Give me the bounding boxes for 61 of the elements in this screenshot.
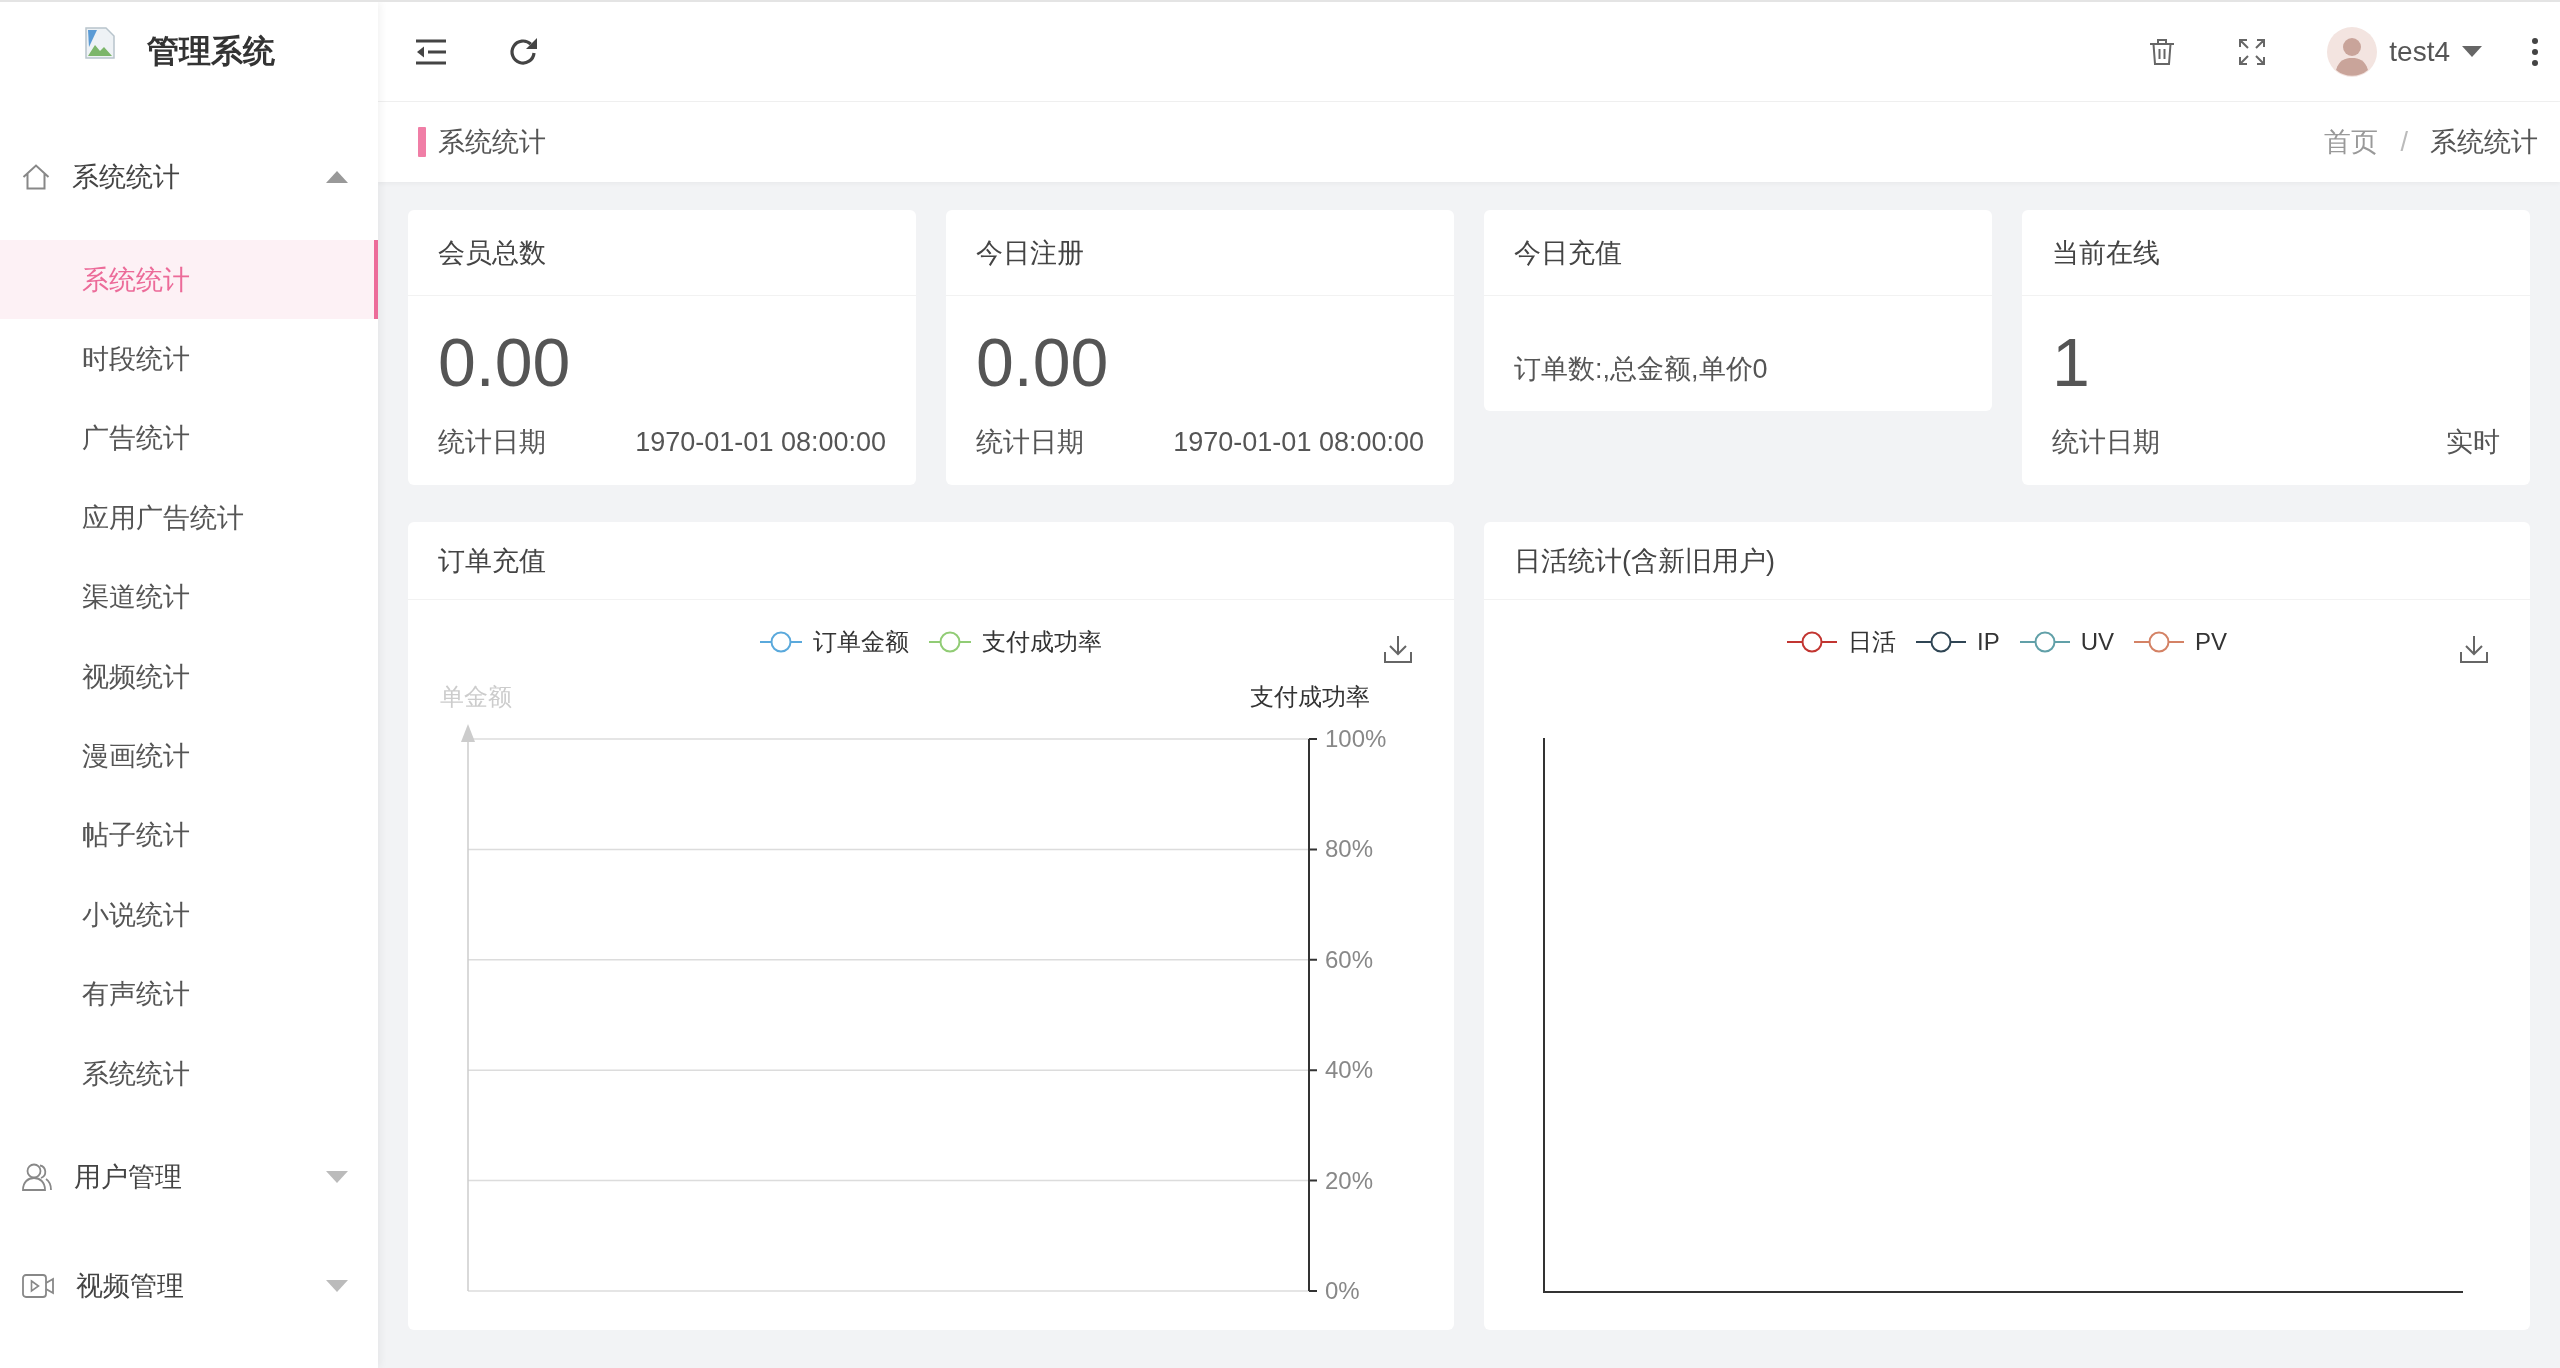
legend-item[interactable]: 订单金额 (760, 626, 909, 658)
home-icon (22, 164, 50, 190)
legend-item[interactable]: 日活 (1786, 626, 1896, 658)
date-value: 1970-01-01 08:00:00 (1173, 426, 1424, 459)
download-icon[interactable] (2460, 635, 2488, 663)
menu-item[interactable]: 应用广告统计 (0, 478, 378, 558)
axis-label: 0% (1325, 1277, 1360, 1304)
legend-item[interactable]: UV (2019, 628, 2114, 656)
axis-label: 20% (1325, 1166, 1374, 1194)
date-label: 统计日期 (976, 426, 1084, 459)
page-title: 系统统计 (438, 126, 546, 159)
breadcrumb-separator: / (2400, 126, 2408, 158)
stat-value: 1 (2052, 326, 2091, 398)
accent-marker (418, 127, 426, 157)
menu-icon[interactable] (416, 38, 446, 65)
download-icon[interactable] (1384, 635, 1412, 663)
more-icon[interactable] (2532, 37, 2538, 66)
card-title: 当前在线 (2052, 236, 2160, 270)
date-value: 实时 (2446, 426, 2500, 459)
axis-label: 100% (1325, 725, 1387, 752)
menu-item[interactable]: 广告统计 (0, 398, 378, 479)
date-value: 1970-01-01 08:00:00 (635, 426, 886, 459)
axis-label: 60% (1325, 945, 1374, 973)
avatar (2327, 26, 2378, 77)
menu-group[interactable]: 用户管理 (0, 1132, 378, 1223)
stat-value: 0.00 (976, 326, 1110, 398)
axis-label: 40% (1325, 1056, 1374, 1084)
image-icon (85, 27, 115, 59)
video-icon (22, 1274, 54, 1299)
legend-item[interactable]: IP (1915, 628, 2000, 656)
date-label: 统计日期 (2052, 426, 2160, 459)
user-menu-button[interactable]: test4 (2327, 26, 2482, 77)
app-title: 管理系统 (147, 32, 275, 71)
axis-label: 80% (1325, 835, 1374, 863)
trash-icon[interactable] (2150, 38, 2175, 65)
legend-item[interactable]: 支付成功率 (929, 626, 1102, 658)
refresh-icon[interactable] (508, 36, 538, 67)
card-title: 会员总数 (438, 236, 546, 270)
current-page-label: 系统统计 (2430, 126, 2538, 159)
menu-item[interactable]: 渠道统计 (0, 557, 378, 637)
card-title: 日活统计(含新旧用户) (1514, 544, 1775, 578)
stat-value: 0.00 (438, 326, 572, 398)
legend-item[interactable]: PV (2134, 628, 2227, 656)
menu-group[interactable]: 系统统计 (0, 132, 378, 222)
menu-item[interactable]: 漫画统计 (0, 716, 378, 796)
caret-down-icon (2462, 46, 2482, 57)
menu-item[interactable]: 小说统计 (0, 875, 378, 955)
menu-item[interactable]: 视频统计 (0, 636, 378, 717)
menu-item[interactable]: 时段统计 (0, 319, 378, 399)
menu-item[interactable]: 有声统计 (0, 954, 378, 1034)
menu-item[interactable]: 系统统计 (0, 1033, 378, 1114)
date-label: 统计日期 (438, 426, 546, 459)
fullscreen-icon[interactable] (2239, 38, 2266, 65)
card-title: 今日充值 (1514, 236, 1622, 270)
menu-item[interactable]: 帖子统计 (0, 795, 378, 876)
summary-text: 订单数:,总金额,单价0 (1514, 354, 1768, 384)
menu-group[interactable]: 视频管理 (0, 1241, 378, 1332)
card-title: 今日注册 (976, 236, 1084, 270)
axis-title: 支付成功率 (1250, 684, 1370, 710)
card-title: 订单充值 (438, 544, 546, 578)
users-icon (22, 1163, 52, 1192)
